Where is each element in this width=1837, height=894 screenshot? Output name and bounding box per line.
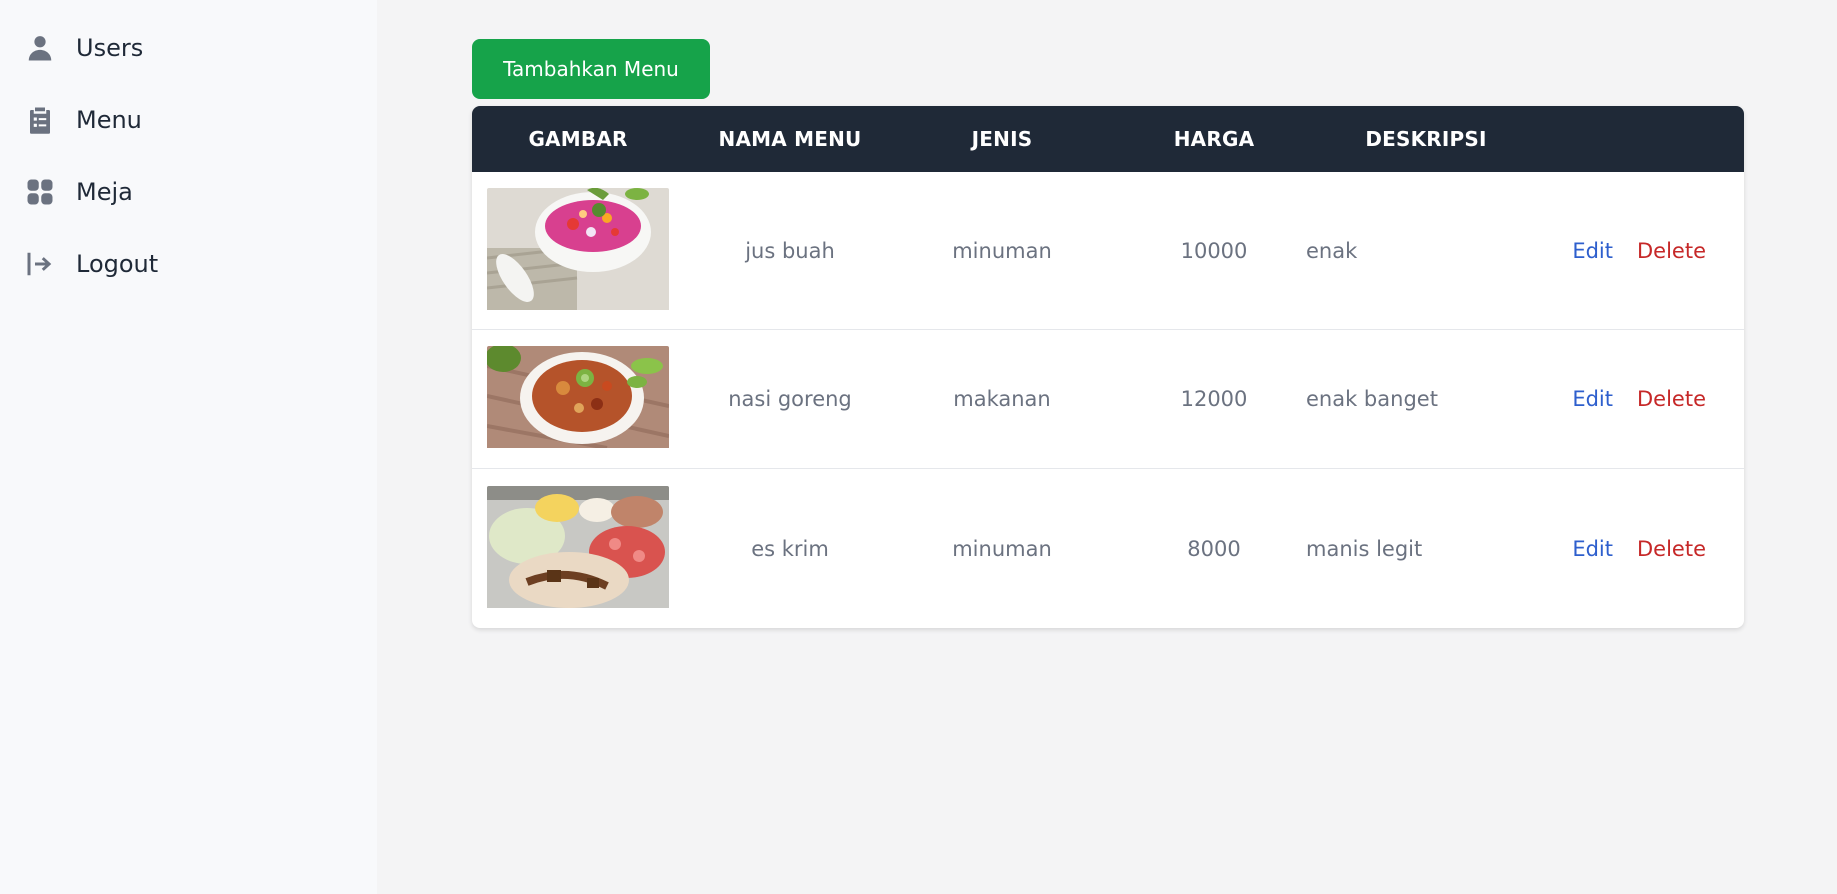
sidebar: Users Menu Meja Logout xyxy=(0,0,377,894)
column-header-gambar: GAMBAR xyxy=(528,127,628,151)
table-header: GAMBAR NAMA MENU JENIS HARGA DESKRIPSI xyxy=(472,106,1744,172)
column-header-nama-menu: NAMA MENU xyxy=(718,127,862,151)
edit-link[interactable]: Edit xyxy=(1572,239,1613,263)
menu-price: 8000 xyxy=(1187,536,1241,561)
delete-link[interactable]: Delete xyxy=(1637,537,1706,561)
table-row: nasi goreng makanan 12000 enak banget Ed… xyxy=(472,330,1744,469)
edit-link[interactable]: Edit xyxy=(1572,387,1613,411)
menu-description: manis legit xyxy=(1306,536,1423,561)
menu-name: nasi goreng xyxy=(728,387,852,411)
sidebar-item-users[interactable]: Users xyxy=(0,26,377,70)
menu-type: minuman xyxy=(952,238,1052,263)
menu-description-cell: manis legit xyxy=(1306,537,1532,561)
menu-name: es krim xyxy=(751,536,829,561)
menu-description-cell: enak xyxy=(1306,239,1532,263)
sidebar-item-label: Users xyxy=(76,34,144,62)
row-actions: Edit Delete xyxy=(1532,239,1744,263)
delete-link[interactable]: Delete xyxy=(1637,239,1706,263)
logout-arrow-icon xyxy=(24,248,56,280)
row-actions: Edit Delete xyxy=(1532,537,1744,561)
menu-price: 12000 xyxy=(1180,387,1248,411)
menu-description: enak banget xyxy=(1306,387,1438,411)
row-actions: Edit Delete xyxy=(1532,387,1744,411)
fried-rice-photo xyxy=(487,346,669,452)
menu-description: enak xyxy=(1306,238,1358,263)
ice-cream-photo xyxy=(487,485,669,612)
menu-image-cell xyxy=(472,485,684,612)
sidebar-item-menu[interactable]: Menu xyxy=(0,98,377,142)
fruit-soup-photo xyxy=(487,187,669,314)
menu-price: 10000 xyxy=(1180,238,1248,263)
delete-link[interactable]: Delete xyxy=(1637,387,1706,411)
add-menu-button[interactable]: Tambahkan Menu xyxy=(472,39,710,99)
user-icon xyxy=(24,32,56,64)
menu-name: jus buah xyxy=(745,238,835,263)
sidebar-item-meja[interactable]: Meja xyxy=(0,170,377,214)
sidebar-item-label: Meja xyxy=(76,178,133,206)
sidebar-item-label: Logout xyxy=(76,250,159,278)
menu-image-cell xyxy=(472,187,684,314)
table-row: jus buah minuman 10000 enak Edit Delete xyxy=(472,172,1744,330)
column-header-deskripsi: DESKRIPSI xyxy=(1365,127,1487,151)
edit-link[interactable]: Edit xyxy=(1572,537,1613,561)
grid-icon xyxy=(24,176,56,208)
column-header-jenis: JENIS xyxy=(971,127,1033,151)
sidebar-item-logout[interactable]: Logout xyxy=(0,242,377,286)
menu-type: minuman xyxy=(952,536,1052,561)
column-header-harga: HARGA xyxy=(1173,127,1255,151)
clipboard-list-icon xyxy=(24,104,56,136)
menu-table: GAMBAR NAMA MENU JENIS HARGA DESKRIPSI j… xyxy=(472,106,1744,628)
main-content: Tambahkan Menu GAMBAR NAMA MENU JENIS HA… xyxy=(377,0,1837,894)
sidebar-item-label: Menu xyxy=(76,106,142,134)
menu-description-cell: enak banget xyxy=(1306,387,1532,411)
table-row: es krim minuman 8000 manis legit Edit De… xyxy=(472,469,1744,628)
menu-type: makanan xyxy=(953,387,1051,411)
menu-image-cell xyxy=(472,346,684,452)
